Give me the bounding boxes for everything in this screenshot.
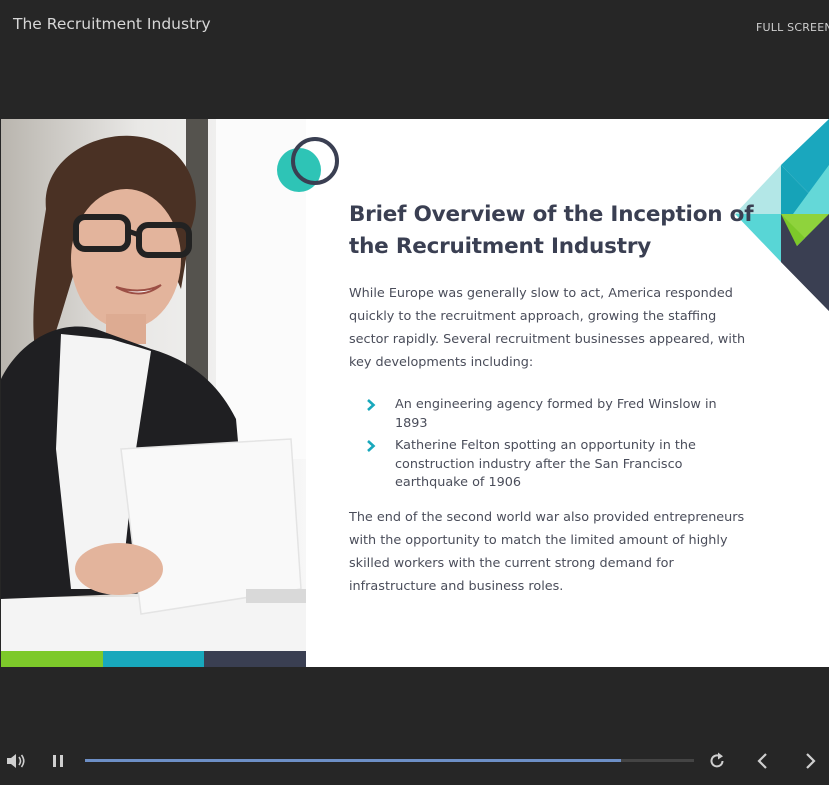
- prev-icon[interactable]: [753, 751, 773, 771]
- slide-heading: Brief Overview of the Inception of the R…: [349, 202, 754, 259]
- pause-icon[interactable]: [50, 753, 66, 769]
- closing-paragraph: The end of the second world war also pro…: [349, 510, 745, 594]
- green-bar: [1, 651, 103, 667]
- navy-bar: [204, 651, 306, 667]
- list-item: Katherine Felton spotting an opportunity…: [365, 437, 745, 493]
- color-bar-strip: [1, 651, 306, 667]
- intro-paragraph: While Europe was generally slow to act, …: [349, 286, 746, 370]
- list-item: An engineering agency formed by Fred Win…: [365, 396, 745, 433]
- replay-icon[interactable]: [707, 751, 727, 771]
- bullet-list: An engineering agency formed by Fred Win…: [365, 396, 745, 497]
- bullet-text: Katherine Felton spotting an opportunity…: [395, 438, 696, 490]
- circles-icon: [277, 137, 339, 192]
- fullscreen-button[interactable]: FULL SCREEN: [756, 21, 829, 34]
- chevron-right-icon: [367, 399, 376, 411]
- progress-track[interactable]: [85, 759, 694, 762]
- next-icon[interactable]: [800, 751, 820, 771]
- chevron-right-icon: [367, 440, 376, 452]
- bullet-text: An engineering agency formed by Fred Win…: [395, 397, 717, 431]
- player-controls: [0, 740, 829, 785]
- teal-bar: [103, 651, 204, 667]
- slide: Brief Overview of the Inception of the R…: [1, 119, 829, 667]
- volume-icon[interactable]: [6, 752, 26, 770]
- progress-fill: [85, 759, 621, 762]
- photo-woman-with-papers: [1, 119, 306, 651]
- top-bar: The Recruitment Industry FULL SCREEN: [0, 0, 829, 52]
- course-title: The Recruitment Industry: [13, 15, 211, 33]
- photo-illustration: [1, 119, 306, 651]
